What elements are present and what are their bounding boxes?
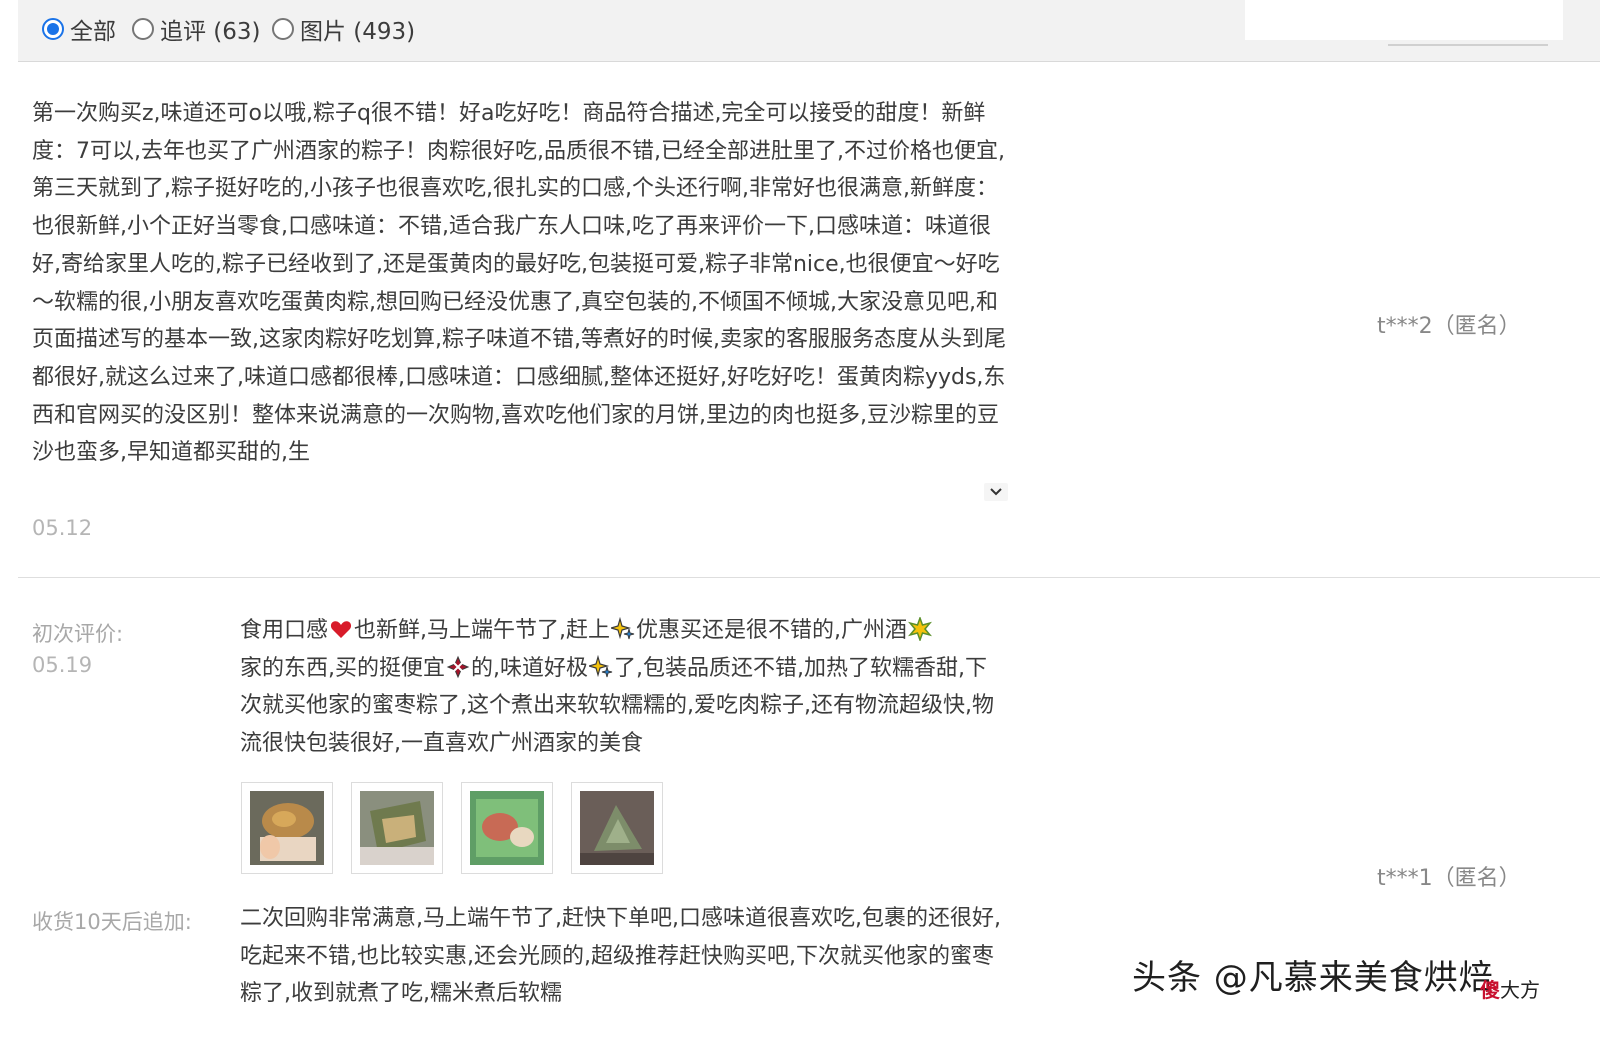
filter-all-radio[interactable] <box>42 18 64 40</box>
review-photo-thumbnail[interactable] <box>241 782 333 874</box>
filter-followup-option[interactable]: 追评 (63) <box>132 13 261 45</box>
review-2-text-part: 家的东西,买的挺便宜 <box>240 655 445 681</box>
sparkle-emoji-icon <box>589 654 613 677</box>
zongzi-photo-image <box>250 791 324 865</box>
review-photo-thumbnail[interactable] <box>571 782 663 874</box>
filter-followup-radio[interactable] <box>132 18 154 40</box>
review-2-date: 05.19 <box>32 653 93 677</box>
anger-emoji-icon <box>446 655 470 678</box>
initial-review-label: 初次评价: <box>32 622 124 646</box>
filter-followup-label: 追评 (63) <box>160 19 261 45</box>
sort-dropdown[interactable] <box>1245 0 1563 40</box>
expand-review-button[interactable] <box>984 483 1008 501</box>
review-photo-thumbnail[interactable] <box>351 782 443 874</box>
followup-review-text: 二次回购非常满意,马上端午节了,赶快下单吧,口感味道很喜欢吃,包裹的还很好,吃起… <box>240 906 1001 1007</box>
star-burst-emoji-icon <box>908 617 933 641</box>
review-2-text-part: 优惠买还是很不错的,广州酒 <box>636 618 908 643</box>
filter-photos-label: 图片 (493) <box>300 19 416 45</box>
filter-all-label: 全部 <box>70 19 116 45</box>
review-divider <box>18 577 1600 578</box>
chevron-down-icon <box>990 488 1002 496</box>
review-2-user: t***1（匿名） <box>1377 866 1521 891</box>
review-1-date: 05.12 <box>32 516 93 540</box>
filter-photos-radio[interactable] <box>272 18 294 40</box>
review-2-text: 食用口感 也新鲜,马上端午节了,赶上 优惠买还是很不错的,广州酒家的东西,买的挺便宜… <box>240 612 1008 763</box>
filter-all-option[interactable]: 全部 <box>42 13 116 45</box>
watermark-badge-red: 傻 <box>1480 978 1500 1002</box>
zongzi-photo-image <box>360 791 434 865</box>
watermark-badge: 傻大方 <box>1480 974 1540 1003</box>
review-photo-thumbnail[interactable] <box>461 782 553 874</box>
heart-emoji-icon <box>330 621 352 638</box>
zongzi-photo-image <box>580 791 654 865</box>
review-1-user: t***2（匿名） <box>1377 314 1521 339</box>
watermark-text: 头条 @凡慕来美食烘焙 <box>1132 958 1494 998</box>
filter-photos-option[interactable]: 图片 (493) <box>272 13 415 45</box>
watermark-badge-dark: 大方 <box>1500 978 1540 1002</box>
review-2-text-part: 食用口感 <box>240 618 329 643</box>
sparkle-emoji-icon <box>611 617 635 640</box>
zongzi-photo-image <box>470 791 544 865</box>
followup-review-label: 收货10天后追加: <box>32 910 192 934</box>
review-2-text-part: 的,味道好极 <box>471 655 588 681</box>
review-1-text: 第一次购买z,味道还可o以哦,粽子q很不错！好a吃好吃！商品符合描述,完全可以接… <box>32 101 1006 466</box>
sort-dropdown-underline <box>1388 44 1548 46</box>
review-2-text-part: 也新鲜,马上端午节了,赶上 <box>354 618 611 643</box>
